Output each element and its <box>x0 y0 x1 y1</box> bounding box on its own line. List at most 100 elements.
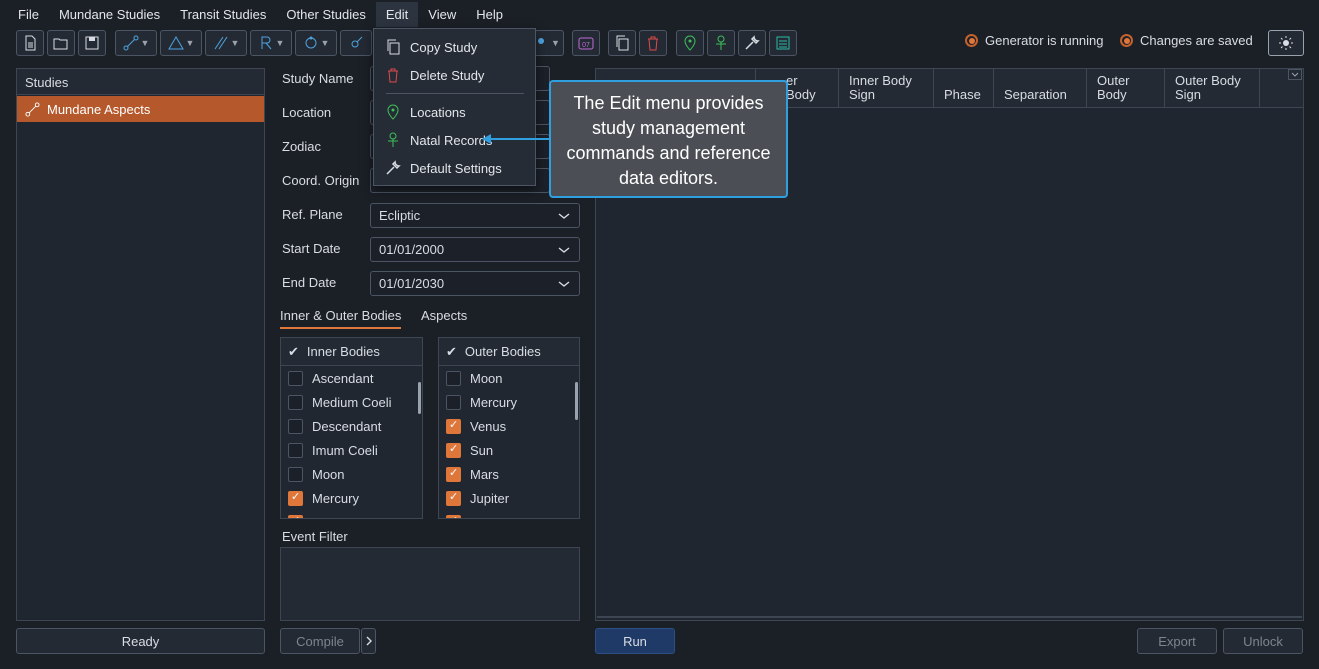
save-icon <box>85 36 99 50</box>
parallel-tool-dropdown[interactable]: ▼ <box>205 30 247 56</box>
list-item[interactable]: Mercury <box>281 486 422 510</box>
menu-item-copy-study[interactable]: Copy Study <box>374 34 535 60</box>
menu-edit[interactable]: Edit <box>375 1 419 27</box>
settings-button[interactable] <box>738 30 766 56</box>
ref-plane-select[interactable]: Ecliptic <box>370 203 580 228</box>
save-button[interactable] <box>78 30 106 56</box>
list-item[interactable]: Mars <box>439 462 579 486</box>
compile-options-button[interactable] <box>361 628 376 654</box>
copy-button[interactable] <box>608 30 636 56</box>
study-item-mundane-aspects[interactable]: Mundane Aspects <box>17 96 264 122</box>
list-item[interactable]: Venus <box>439 414 579 438</box>
column-chooser-button[interactable] <box>1288 69 1302 80</box>
list-item[interactable]: Medium Coeli <box>281 390 422 414</box>
chevron-down-icon <box>1291 72 1299 77</box>
triangle-tool-dropdown[interactable]: ▼ <box>160 30 202 56</box>
ref-plane-value: Ecliptic <box>379 208 421 223</box>
checkbox[interactable] <box>446 466 461 482</box>
scrollbar[interactable] <box>418 382 421 414</box>
scrollbar[interactable] <box>575 382 578 420</box>
menu-item-default-settings[interactable]: Default Settings <box>374 155 535 181</box>
unlock-button[interactable]: Unlock <box>1223 628 1303 654</box>
menu-file[interactable]: File <box>8 2 49 27</box>
list-item[interactable]: Moon <box>439 366 579 390</box>
ankh-icon <box>388 132 398 147</box>
checkbox[interactable] <box>288 442 303 458</box>
compile-button[interactable]: Compile <box>280 628 360 654</box>
column-phase[interactable]: Phase <box>934 69 994 107</box>
menu-bar: File Mundane Studies Transit Studies Oth… <box>0 0 1319 28</box>
list-item[interactable]: Imum Coeli <box>281 438 422 462</box>
checkbox[interactable] <box>446 418 461 434</box>
delete-button[interactable] <box>639 30 667 56</box>
inner-body-name: Imum Coeli <box>312 442 378 458</box>
menu-help[interactable]: Help <box>466 2 513 27</box>
checkbox[interactable] <box>288 394 303 410</box>
column-outer-body[interactable]: Outer Body <box>1087 69 1165 107</box>
start-date-select[interactable]: 01/01/2000 <box>370 237 580 262</box>
list-item[interactable]: Mercury <box>439 390 579 414</box>
menu-item-locations[interactable]: Locations <box>374 99 535 125</box>
inner-body-name: Descendant <box>312 418 382 434</box>
checkbox[interactable] <box>288 490 303 506</box>
list-item[interactable] <box>439 510 579 518</box>
column-inner-body-sign[interactable]: Inner Body Sign <box>839 69 934 107</box>
calendar-button[interactable]: 07 <box>572 30 600 56</box>
list-item[interactable]: Ascendant <box>281 366 422 390</box>
studies-header: Studies <box>16 68 265 95</box>
menu-other-studies[interactable]: Other Studies <box>276 2 376 27</box>
checkbox[interactable] <box>446 370 461 386</box>
study-item-label: Mundane Aspects <box>47 101 151 117</box>
inner-body-name: Medium Coeli <box>312 394 392 410</box>
new-file-button[interactable] <box>16 30 44 56</box>
aspect-tool-dropdown[interactable]: ▼ <box>115 30 157 56</box>
tab-aspects[interactable]: Aspects <box>421 308 467 323</box>
list-item[interactable]: Sun <box>439 438 579 462</box>
run-button[interactable]: Run <box>595 628 675 654</box>
list-item[interactable]: Moon <box>281 462 422 486</box>
event-filter-input[interactable] <box>280 547 580 621</box>
location-label: Location <box>282 105 332 120</box>
node-tool-dropdown[interactable] <box>340 30 372 56</box>
save-status: Changes are saved <box>1120 33 1253 48</box>
checkmark-icon: ✔ <box>446 343 457 359</box>
theme-toggle-button[interactable] <box>1268 30 1304 56</box>
checkbox[interactable] <box>446 490 461 506</box>
checkbox[interactable] <box>288 466 303 482</box>
list-item[interactable]: Descendant <box>281 414 422 438</box>
checkbox[interactable] <box>446 394 461 410</box>
checkbox[interactable] <box>288 514 303 518</box>
checkbox[interactable] <box>446 442 461 458</box>
tab-inner-outer-bodies[interactable]: Inner & Outer Bodies <box>280 308 402 329</box>
list-item[interactable] <box>281 510 422 518</box>
export-button[interactable]: Export <box>1137 628 1217 654</box>
checkbox[interactable] <box>446 514 461 518</box>
column-outer-body-sign[interactable]: Outer Body Sign <box>1165 69 1260 107</box>
inner-bodies-header-label: Inner Bodies <box>306 344 380 359</box>
chevron-down-icon <box>558 213 570 219</box>
column-separation[interactable]: Separation <box>994 69 1087 107</box>
locations-button[interactable] <box>676 30 704 56</box>
checkbox[interactable] <box>288 370 303 386</box>
database-button[interactable] <box>769 30 797 56</box>
end-date-select[interactable]: 01/01/2030 <box>370 271 580 296</box>
location-pin-icon <box>387 104 399 120</box>
folder-icon <box>53 38 68 50</box>
outer-bodies-header[interactable]: ✔ Outer Bodies <box>439 338 579 366</box>
menu-item-delete-study[interactable]: Delete Study <box>374 62 535 88</box>
inner-body-name: Ascendant <box>312 370 374 386</box>
list-item[interactable]: Jupiter <box>439 486 579 510</box>
checkbox[interactable] <box>288 418 303 434</box>
retrograde-tool-dropdown[interactable]: ▼ <box>250 30 292 56</box>
horizontal-scrollbar[interactable] <box>597 616 1302 618</box>
inner-bodies-header[interactable]: ✔ Inner Bodies <box>281 338 422 366</box>
status-dot-icon <box>1120 34 1133 47</box>
study-name-label: Study Name <box>282 71 354 86</box>
cycle-tool-dropdown[interactable]: ▼ <box>295 30 337 56</box>
menu-transit-studies[interactable]: Transit Studies <box>170 2 276 27</box>
natal-records-button[interactable] <box>707 30 735 56</box>
menu-mundane-studies[interactable]: Mundane Studies <box>49 2 170 27</box>
open-button[interactable] <box>47 30 75 56</box>
end-date-value: 01/01/2030 <box>379 276 445 291</box>
menu-view[interactable]: View <box>418 2 466 27</box>
